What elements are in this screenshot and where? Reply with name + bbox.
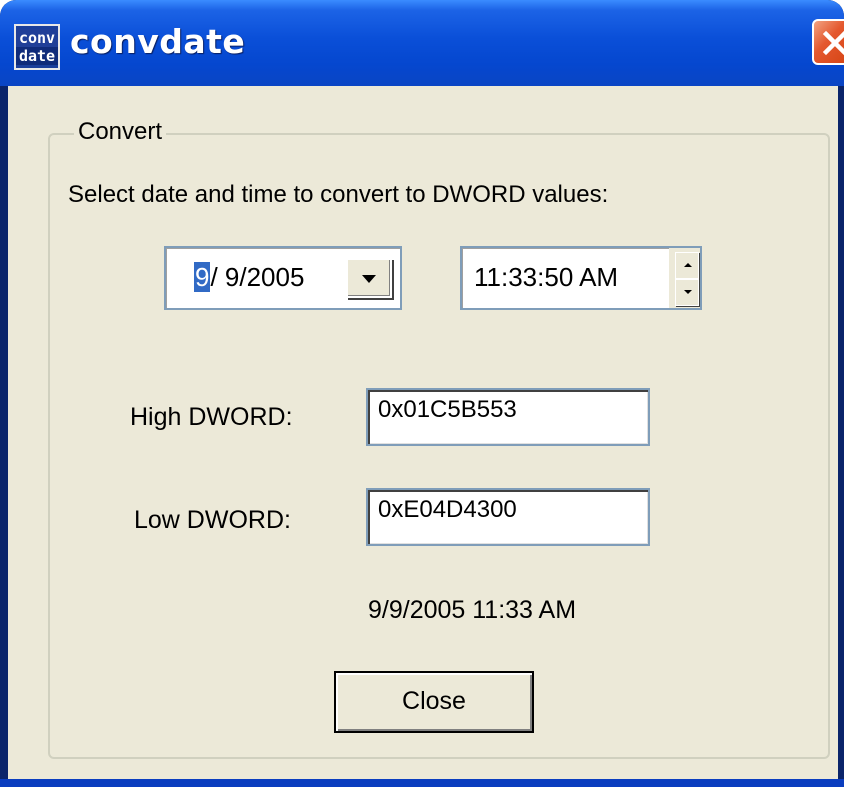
- spin-down-icon: [684, 290, 692, 294]
- date-selected-part: 9: [194, 262, 211, 292]
- window-close-button[interactable]: [812, 19, 844, 65]
- date-rest: / 9/2005: [210, 262, 305, 292]
- window-bottom-border: [0, 779, 844, 787]
- app-icon-text-bottom: date: [16, 47, 58, 65]
- time-spin-up-button[interactable]: [675, 252, 699, 279]
- time-picker[interactable]: 11:33:50 AM: [460, 246, 702, 310]
- low-dword-label: Low DWORD:: [134, 506, 291, 534]
- low-dword-field[interactable]: 0xE04D4300: [366, 488, 650, 546]
- high-dword-field[interactable]: 0x01C5B553: [366, 388, 650, 446]
- chevron-down-icon: [362, 275, 376, 283]
- spin-up-icon: [684, 263, 692, 267]
- dialog-window: conv date convdate Convert Select date a…: [0, 0, 844, 787]
- high-dword-label: High DWORD:: [130, 403, 293, 431]
- close-button[interactable]: Close: [334, 671, 534, 733]
- dialog-client-area: Convert Select date and time to convert …: [8, 86, 838, 779]
- time-spin-down-button[interactable]: [675, 279, 699, 306]
- app-icon-text-top: conv: [16, 29, 58, 47]
- date-value[interactable]: 9/ 9/2005: [194, 262, 304, 293]
- window-title: convdate: [70, 22, 246, 61]
- title-bar[interactable]: conv date convdate: [0, 0, 844, 86]
- app-icon: conv date: [14, 24, 60, 70]
- date-picker[interactable]: 9/ 9/2005: [164, 246, 402, 310]
- close-x-icon: [822, 30, 844, 56]
- instruction-text: Select date and time to convert to DWORD…: [68, 181, 609, 208]
- converted-date-text: 9/9/2005 11:33 AM: [368, 596, 577, 624]
- time-value[interactable]: 11:33:50 AM: [474, 262, 618, 293]
- convert-groupbox: [48, 133, 830, 759]
- groupbox-label: Convert: [74, 118, 167, 146]
- date-dropdown-button[interactable]: [346, 258, 392, 298]
